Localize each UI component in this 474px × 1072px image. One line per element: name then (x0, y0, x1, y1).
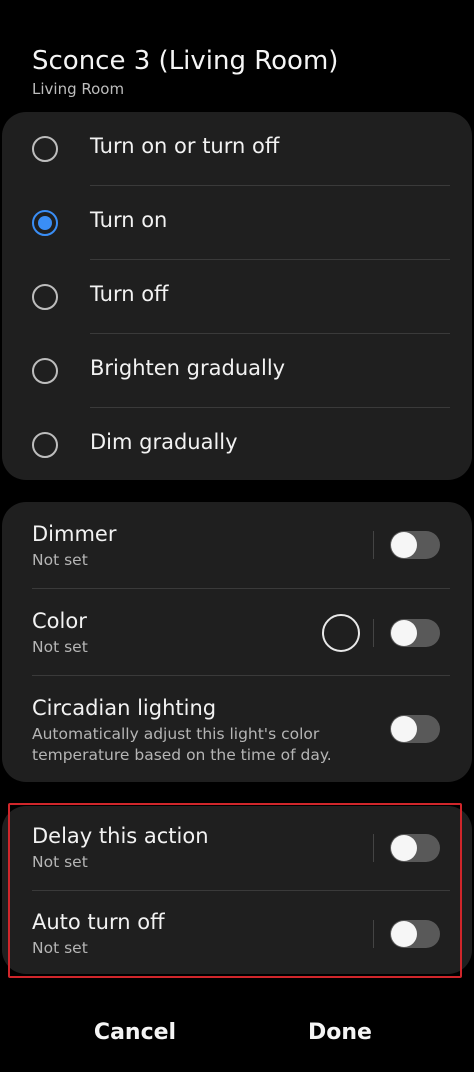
radio-button[interactable] (32, 284, 58, 310)
radio-button[interactable] (32, 432, 58, 458)
auto-turn-off-title: Auto turn off (32, 910, 165, 934)
auto-turn-off-toggle[interactable] (390, 920, 440, 948)
page-title: Sconce 3 (Living Room) (32, 46, 339, 76)
vertical-divider (373, 531, 374, 559)
radio-button-selected[interactable] (32, 210, 58, 236)
header: Sconce 3 (Living Room) Living Room (32, 44, 338, 98)
circadian-title: Circadian lighting (32, 696, 217, 720)
color-toggle[interactable] (390, 619, 440, 647)
auto-turn-off-row[interactable]: Auto turn off Not set (2, 891, 472, 974)
dimmer-value: Not set (32, 551, 88, 569)
option-dim-gradually[interactable]: Dim gradually (2, 408, 472, 482)
delay-action-row[interactable]: Delay this action Not set (2, 806, 472, 890)
circadian-description: Automatically adjust this light's color … (32, 725, 332, 764)
option-brighten-gradually[interactable]: Brighten gradually (2, 334, 472, 408)
vertical-divider (373, 619, 374, 647)
light-settings-card: Dimmer Not set Color Not set Circadian l… (2, 502, 472, 782)
action-options-card: Turn on or turn off Turn on Turn off Bri… (2, 112, 472, 480)
option-turn-off[interactable]: Turn off (2, 260, 472, 334)
option-label: Dim gradually (90, 430, 238, 454)
option-turn-on-or-off[interactable]: Turn on or turn off (2, 112, 472, 186)
device-action-screen: Sconce 3 (Living Room) Living Room Turn … (0, 0, 474, 1072)
option-label: Brighten gradually (90, 356, 286, 380)
option-label: Turn off (90, 282, 169, 306)
delay-action-value: Not set (32, 853, 88, 871)
color-row[interactable]: Color Not set (2, 589, 472, 675)
done-button[interactable]: Done (260, 1020, 420, 1045)
option-turn-on[interactable]: Turn on (2, 186, 472, 260)
vertical-divider (373, 920, 374, 948)
circadian-row[interactable]: Circadian lighting Automatically adjust … (2, 676, 472, 782)
delay-options-card: Delay this action Not set Auto turn off … (2, 806, 472, 974)
dimmer-title: Dimmer (32, 522, 117, 546)
circadian-toggle[interactable] (390, 715, 440, 743)
auto-turn-off-value: Not set (32, 939, 88, 957)
radio-button[interactable] (32, 358, 58, 384)
dimmer-toggle[interactable] (390, 531, 440, 559)
room-subtitle: Living Room (32, 80, 125, 98)
color-title: Color (32, 609, 87, 633)
delay-action-toggle[interactable] (390, 834, 440, 862)
dimmer-row[interactable]: Dimmer Not set (2, 502, 472, 588)
cancel-button[interactable]: Cancel (55, 1020, 215, 1045)
radio-button[interactable] (32, 136, 58, 162)
vertical-divider (373, 834, 374, 862)
color-swatch-icon[interactable] (322, 614, 360, 652)
option-label: Turn on or turn off (90, 134, 280, 158)
delay-action-title: Delay this action (32, 824, 209, 848)
option-label: Turn on (90, 208, 168, 232)
color-value: Not set (32, 638, 88, 656)
